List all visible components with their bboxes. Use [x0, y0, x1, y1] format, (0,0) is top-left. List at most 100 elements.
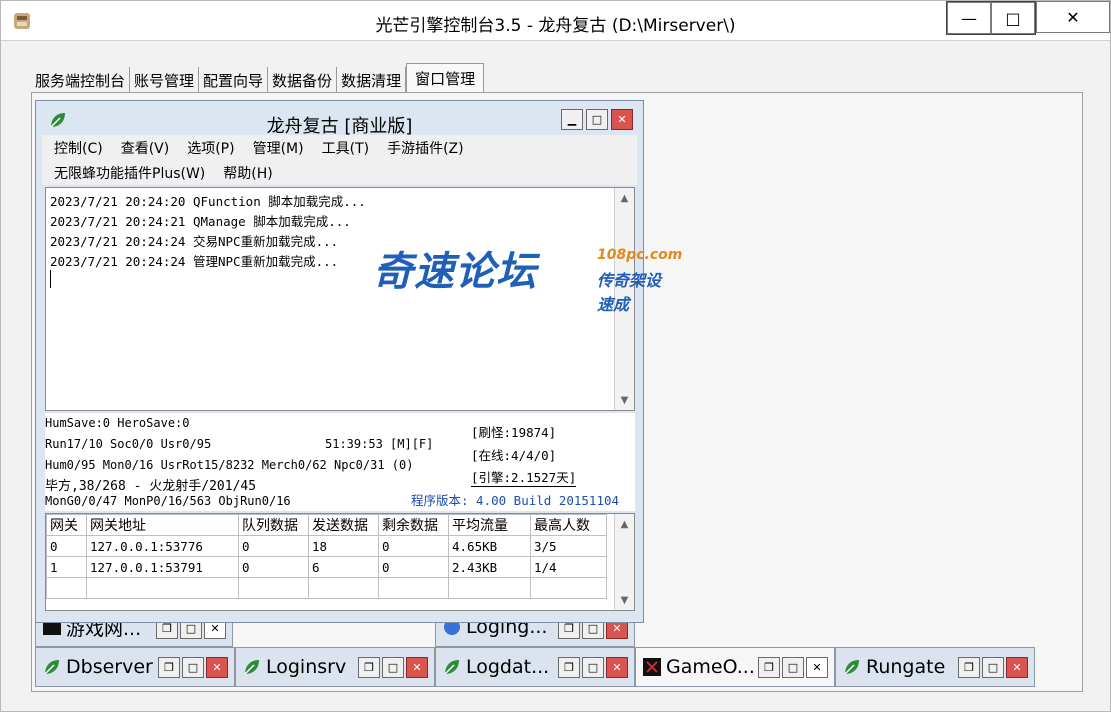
- tab-data-cleanup[interactable]: 数据清理: [337, 67, 407, 93]
- scroll-down-icon[interactable]: ▼: [615, 590, 634, 610]
- gateway-table: 网关 网关地址 队列数据 发送数据 剩余数据 平均流量 最高人数 0 127.0…: [45, 513, 635, 611]
- engine-window: 龙舟复古 [商业版] ▁ □ ✕ 控制(C) 查看(V) 选项(P) 管理(M)…: [35, 100, 644, 623]
- close-icon[interactable]: ✕: [806, 657, 828, 678]
- menu-plugin-plus[interactable]: 无限蜂功能插件Plus(W): [54, 163, 205, 183]
- close-icon[interactable]: ✕: [1006, 657, 1028, 678]
- tab-config-wizard[interactable]: 配置向导: [199, 67, 269, 93]
- stat-refresh: [刷怪:19874]: [471, 425, 557, 440]
- server-leaf-icon: [244, 660, 259, 675]
- restore-icon[interactable]: ❐: [958, 657, 980, 678]
- cell: 18: [308, 535, 379, 557]
- close-icon[interactable]: ✕: [611, 109, 633, 130]
- col-max-users[interactable]: 最高人数: [530, 514, 607, 536]
- menu-help[interactable]: 帮助(H): [223, 163, 272, 183]
- stat-hum: Hum0/95 Mon0/16 UsrRot15/8232 Merch0/62 …: [45, 458, 414, 472]
- table-row: [46, 577, 607, 599]
- mdi-gameo[interactable]: GameO... ❐ □ ✕: [635, 647, 835, 687]
- minimize-icon[interactable]: ▁: [561, 109, 583, 130]
- table-row[interactable]: 0 127.0.0.1:53776 0 18 0 4.65KB 3/5: [46, 535, 607, 557]
- tab-server-console[interactable]: 服务端控制台: [31, 67, 131, 93]
- mdi-label: GameO...: [666, 656, 755, 678]
- cell: 1: [46, 556, 87, 578]
- status-panel: HumSave:0 HeroSave:0 Run17/10 Soc0/0 Usr…: [45, 413, 635, 511]
- stat-mong: MonG0/0/47 MonP0/16/563 ObjRun0/16: [45, 494, 291, 508]
- log-output[interactable]: 2023/7/21 20:24:20 QFunction 脚本加载完成... 2…: [45, 187, 635, 411]
- close-button[interactable]: ✕: [1036, 1, 1110, 33]
- mdi-label: Loginsrv: [266, 656, 347, 678]
- forum-watermark: 奇速论坛 108pc.com 传奇架设速成: [373, 239, 682, 314]
- maximize-button[interactable]: □: [991, 2, 1035, 34]
- maximize-icon[interactable]: □: [982, 657, 1004, 678]
- stat-save: HumSave:0 HeroSave:0: [45, 416, 190, 430]
- table-header-row: 网关 网关地址 队列数据 发送数据 剩余数据 平均流量 最高人数: [46, 514, 607, 536]
- engine-title-bar[interactable]: 龙舟复古 [商业版] ▁ □ ✕: [36, 101, 643, 137]
- stat-engine: [引擎:2.1527天]: [471, 467, 577, 487]
- close-icon[interactable]: ✕: [406, 657, 428, 678]
- cell: 127.0.0.1:53791: [86, 556, 239, 578]
- stat-monster: 毕方,38/268 - 火龙射手/201/45: [45, 479, 257, 494]
- watermark-sub: 传奇架设速成: [597, 271, 662, 314]
- cell: 127.0.0.1:53776: [86, 535, 239, 557]
- cell: 0: [378, 535, 449, 557]
- mdi-rungate[interactable]: Rungate ❐ □ ✕: [835, 647, 1035, 687]
- mdi-label: Rungate: [866, 656, 946, 678]
- menu-view[interactable]: 查看(V): [121, 138, 170, 158]
- cell: 0: [378, 556, 449, 578]
- restore-icon[interactable]: ❐: [758, 657, 780, 678]
- col-gateway[interactable]: 网关: [46, 514, 87, 536]
- restore-icon[interactable]: ❐: [558, 657, 580, 678]
- col-remaining[interactable]: 剩余数据: [378, 514, 449, 536]
- menu-manage[interactable]: 管理(M): [253, 138, 304, 158]
- log-line: 2023/7/21 20:24:20 QFunction 脚本加载完成...: [50, 194, 366, 209]
- server-leaf-icon: [44, 660, 59, 675]
- maximize-icon[interactable]: □: [782, 657, 804, 678]
- mdi-dbserver[interactable]: Dbserver ❐ □ ✕: [35, 647, 235, 687]
- app-window: 光芒引擎控制台3.5 - 龙舟复古 (D:\Mirserver\) — □ ✕ …: [0, 0, 1111, 712]
- title-bar[interactable]: 光芒引擎控制台3.5 - 龙舟复古 (D:\Mirserver\) — □ ✕: [1, 1, 1110, 41]
- menu-control[interactable]: 控制(C): [54, 138, 103, 158]
- server-leaf-icon: [444, 660, 459, 675]
- restore-icon[interactable]: ❐: [158, 657, 180, 678]
- tab-account[interactable]: 账号管理: [130, 67, 200, 93]
- scroll-up-icon[interactable]: ▲: [615, 188, 634, 208]
- col-sent[interactable]: 发送数据: [308, 514, 379, 536]
- col-avg-traffic[interactable]: 平均流量: [448, 514, 531, 536]
- menu-mobile-plugins[interactable]: 手游插件(Z): [387, 138, 464, 158]
- minimize-button[interactable]: —: [947, 2, 991, 34]
- maximize-icon[interactable]: □: [182, 657, 204, 678]
- version-label: 程序版本: 4.00 Build 20151104: [411, 493, 620, 508]
- menu-options[interactable]: 选项(P): [187, 138, 234, 158]
- watermark-url: 108pc.com: [597, 247, 683, 263]
- mdi-label: Logdat...: [466, 656, 550, 678]
- scroll-down-icon[interactable]: ▼: [615, 390, 634, 410]
- stat-run: Run17/10 Soc0/0 Usr0/95: [45, 437, 212, 451]
- cell: 1/4: [530, 556, 607, 578]
- tab-data-backup[interactable]: 数据备份: [268, 67, 338, 93]
- menu-tools[interactable]: 工具(T): [322, 138, 369, 158]
- mdi-label: Dbserver: [66, 656, 153, 678]
- mdi-loginsrv[interactable]: Loginsrv ❐ □ ✕: [235, 647, 435, 687]
- table-row[interactable]: 1 127.0.0.1:53791 0 6 0 2.43KB 1/4: [46, 556, 607, 578]
- mdi-logdat[interactable]: Logdat... ❐ □ ✕: [435, 647, 635, 687]
- close-icon[interactable]: ✕: [206, 657, 228, 678]
- cell: 2.43KB: [448, 556, 531, 578]
- table-scrollbar[interactable]: ▲ ▼: [614, 514, 634, 610]
- restore-icon[interactable]: ❐: [358, 657, 380, 678]
- col-queue[interactable]: 队列数据: [238, 514, 309, 536]
- menu-bar: 控制(C) 查看(V) 选项(P) 管理(M) 工具(T) 手游插件(Z) 无限…: [42, 135, 637, 185]
- close-icon[interactable]: ✕: [606, 657, 628, 678]
- cell: 0: [238, 535, 309, 557]
- cell: 0: [238, 556, 309, 578]
- window-title: 光芒引擎控制台3.5 - 龙舟复古 (D:\Mirserver\): [375, 16, 736, 36]
- maximize-icon[interactable]: □: [582, 657, 604, 678]
- log-line: 2023/7/21 20:24:24 管理NPC重新加载完成...: [50, 254, 339, 269]
- stat-uptime: 51:39:53 [M][F]: [325, 437, 434, 451]
- watermark-text: 奇速论坛: [373, 249, 537, 295]
- log-line: 2023/7/21 20:24:24 交易NPC重新加载完成...: [50, 234, 339, 249]
- scroll-up-icon[interactable]: ▲: [615, 514, 634, 534]
- col-address[interactable]: 网关地址: [86, 514, 239, 536]
- maximize-icon[interactable]: □: [586, 109, 608, 130]
- maximize-icon[interactable]: □: [382, 657, 404, 678]
- stat-online: [在线:4/4/0]: [471, 448, 557, 463]
- tab-window-manage[interactable]: 窗口管理: [406, 63, 485, 93]
